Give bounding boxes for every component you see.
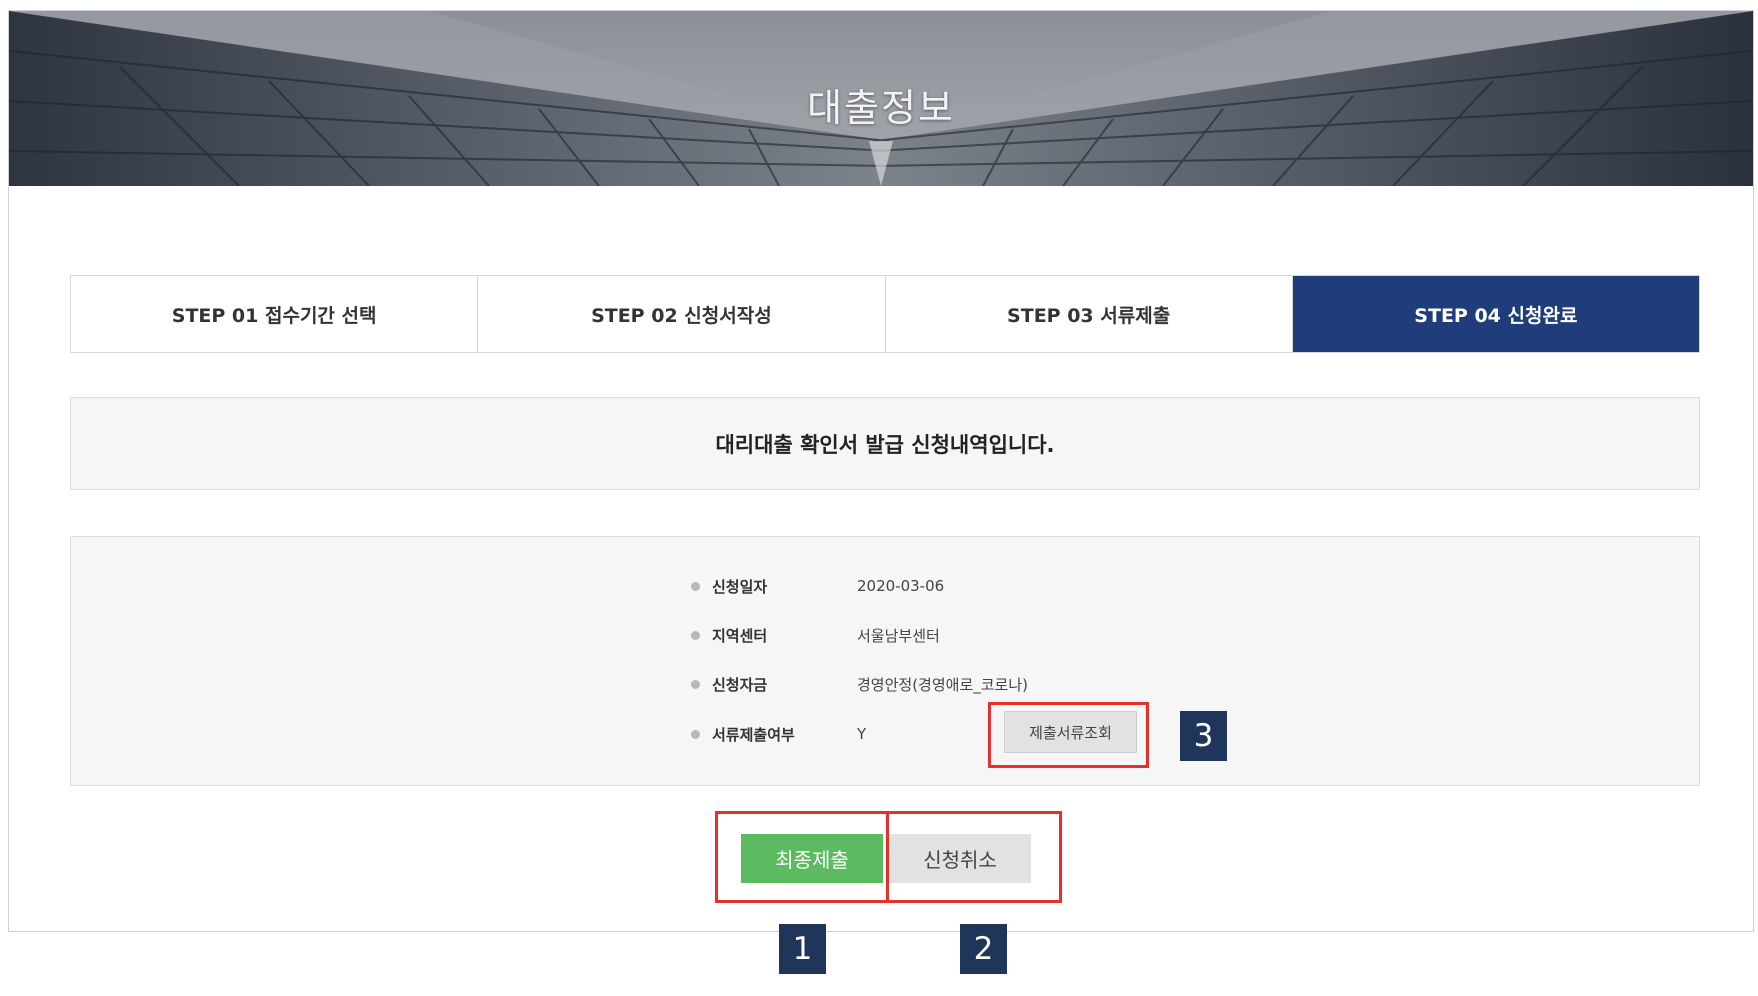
detail-label: 지역센터	[712, 626, 768, 645]
detail-label: 신청일자	[712, 577, 768, 596]
step-2-application-form: STEP 02 신청서작성	[478, 276, 886, 352]
hero-banner: 대출정보	[9, 11, 1753, 186]
callout-marker-1: 1	[779, 924, 826, 974]
step-3-document-submission: STEP 03 서류제출	[885, 276, 1293, 352]
detail-row-documents-submitted: 서류제출여부 Y	[691, 719, 866, 749]
step-4-application-complete: STEP 04 신청완료	[1292, 276, 1699, 352]
detail-value: 2020-03-06	[857, 577, 945, 595]
bullet-icon	[691, 679, 700, 689]
callout-marker-2: 2	[960, 924, 1007, 974]
detail-row-fund-type: 신청자금 경영안정(경영애로_코로나)	[691, 669, 1028, 699]
page-title: 대출정보	[807, 86, 955, 130]
detail-value: 경영안정(경영애로_코로나)	[857, 675, 1029, 694]
step-1-select-period: STEP 01 접수기간 선택	[71, 276, 479, 352]
bullet-icon	[691, 630, 700, 640]
bullet-icon	[691, 729, 700, 739]
detail-row-regional-center: 지역센터 서울남부센터	[691, 620, 940, 650]
detail-row-application-date: 신청일자 2020-03-06	[691, 571, 944, 601]
callout-marker-3: 3	[1180, 711, 1227, 761]
detail-label: 신청자금	[712, 675, 768, 694]
detail-value: 서울남부센터	[857, 626, 940, 645]
detail-label: 서류제출여부	[712, 725, 795, 744]
highlight-box-cancel-application	[886, 811, 1062, 903]
highlight-box-final-submit	[715, 811, 889, 903]
notice-message: 대리대출 확인서 발급 신청내역입니다.	[70, 397, 1700, 490]
bullet-icon	[691, 581, 700, 591]
highlight-box-view-documents	[988, 702, 1149, 768]
step-progress-bar: STEP 01 접수기간 선택 STEP 02 신청서작성 STEP 03 서류…	[70, 275, 1700, 353]
application-details-panel: 신청일자 2020-03-06 지역센터 서울남부센터 신청자금 경영안정(경영…	[70, 536, 1700, 786]
detail-value: Y	[857, 725, 867, 743]
